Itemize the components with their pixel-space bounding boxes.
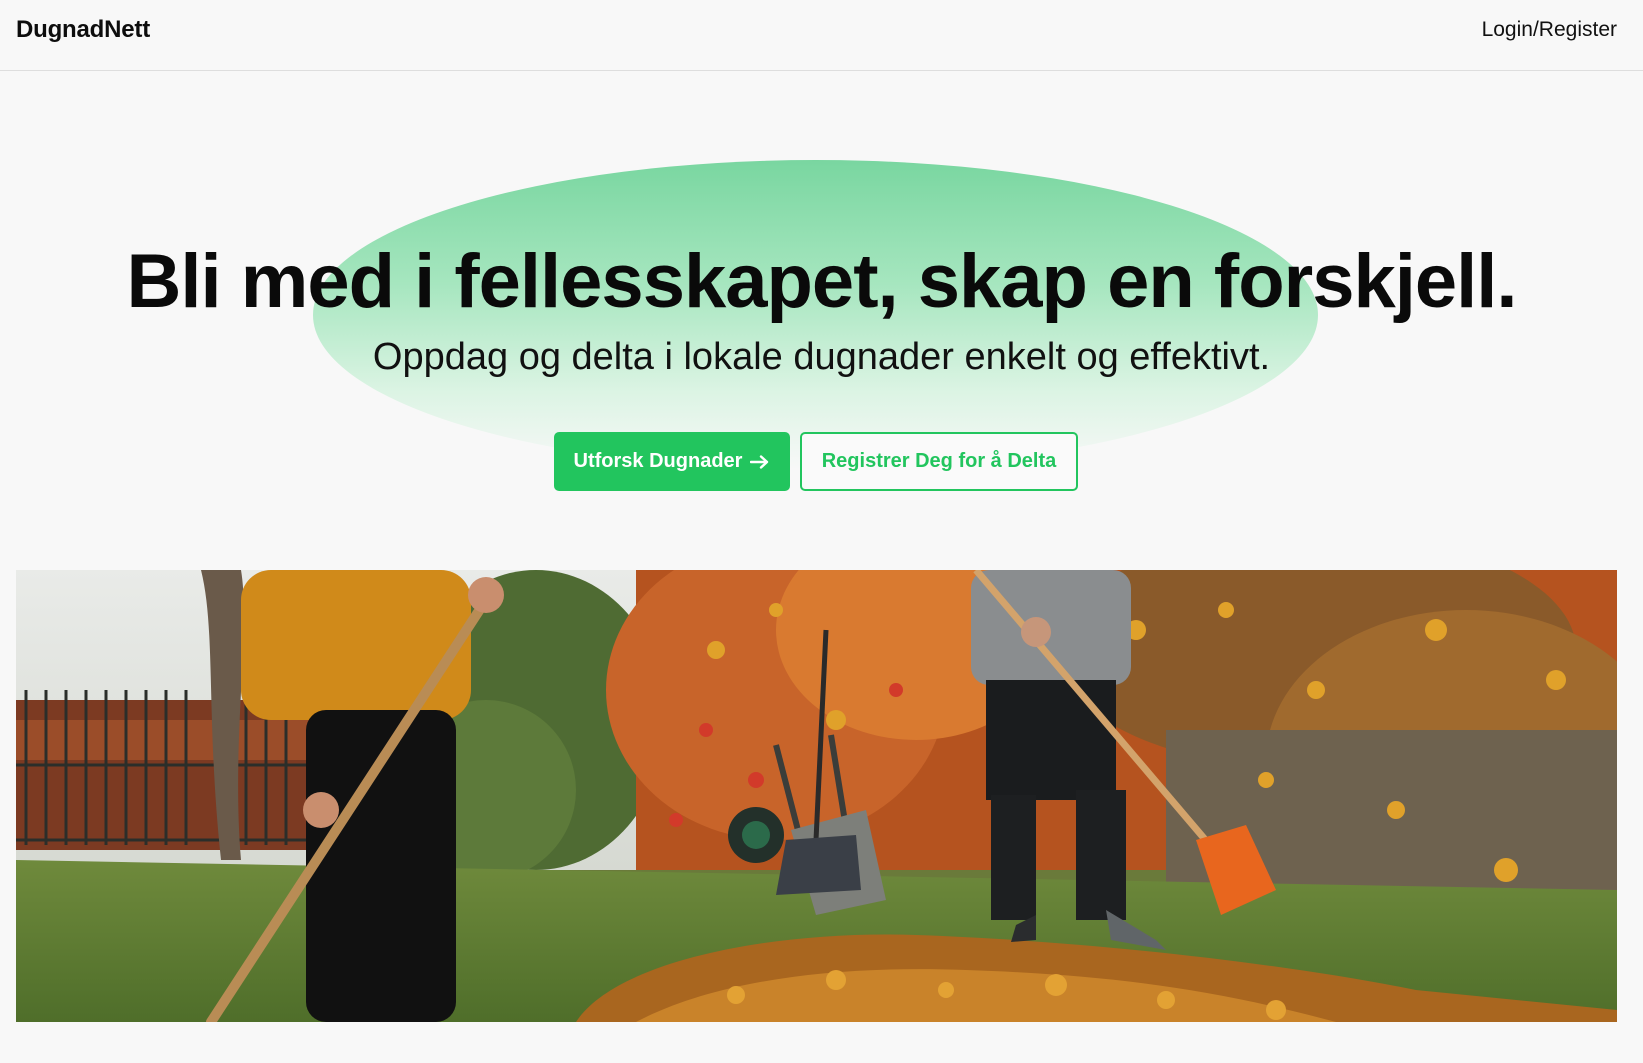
arrow-right-icon (750, 454, 769, 469)
register-participate-button[interactable]: Registrer Deg for å Delta (800, 432, 1078, 491)
hero-title: Bli med i fellesskapet, skap en forskjel… (126, 239, 1518, 324)
explore-button-label: Utforsk Dugnader (573, 450, 743, 472)
explore-dugnader-button[interactable]: Utforsk Dugnader (554, 432, 790, 491)
hero-photo-illustration (16, 570, 1617, 1022)
hero-subtitle: Oppdag og delta i lokale dugnader enkelt… (372, 336, 1271, 378)
top-navbar: DugnadNett Login/Register (0, 0, 1643, 71)
brand-logo[interactable]: DugnadNett (16, 16, 150, 44)
login-register-link[interactable]: Login/Register (1482, 18, 1617, 42)
hero-image (16, 570, 1617, 1022)
